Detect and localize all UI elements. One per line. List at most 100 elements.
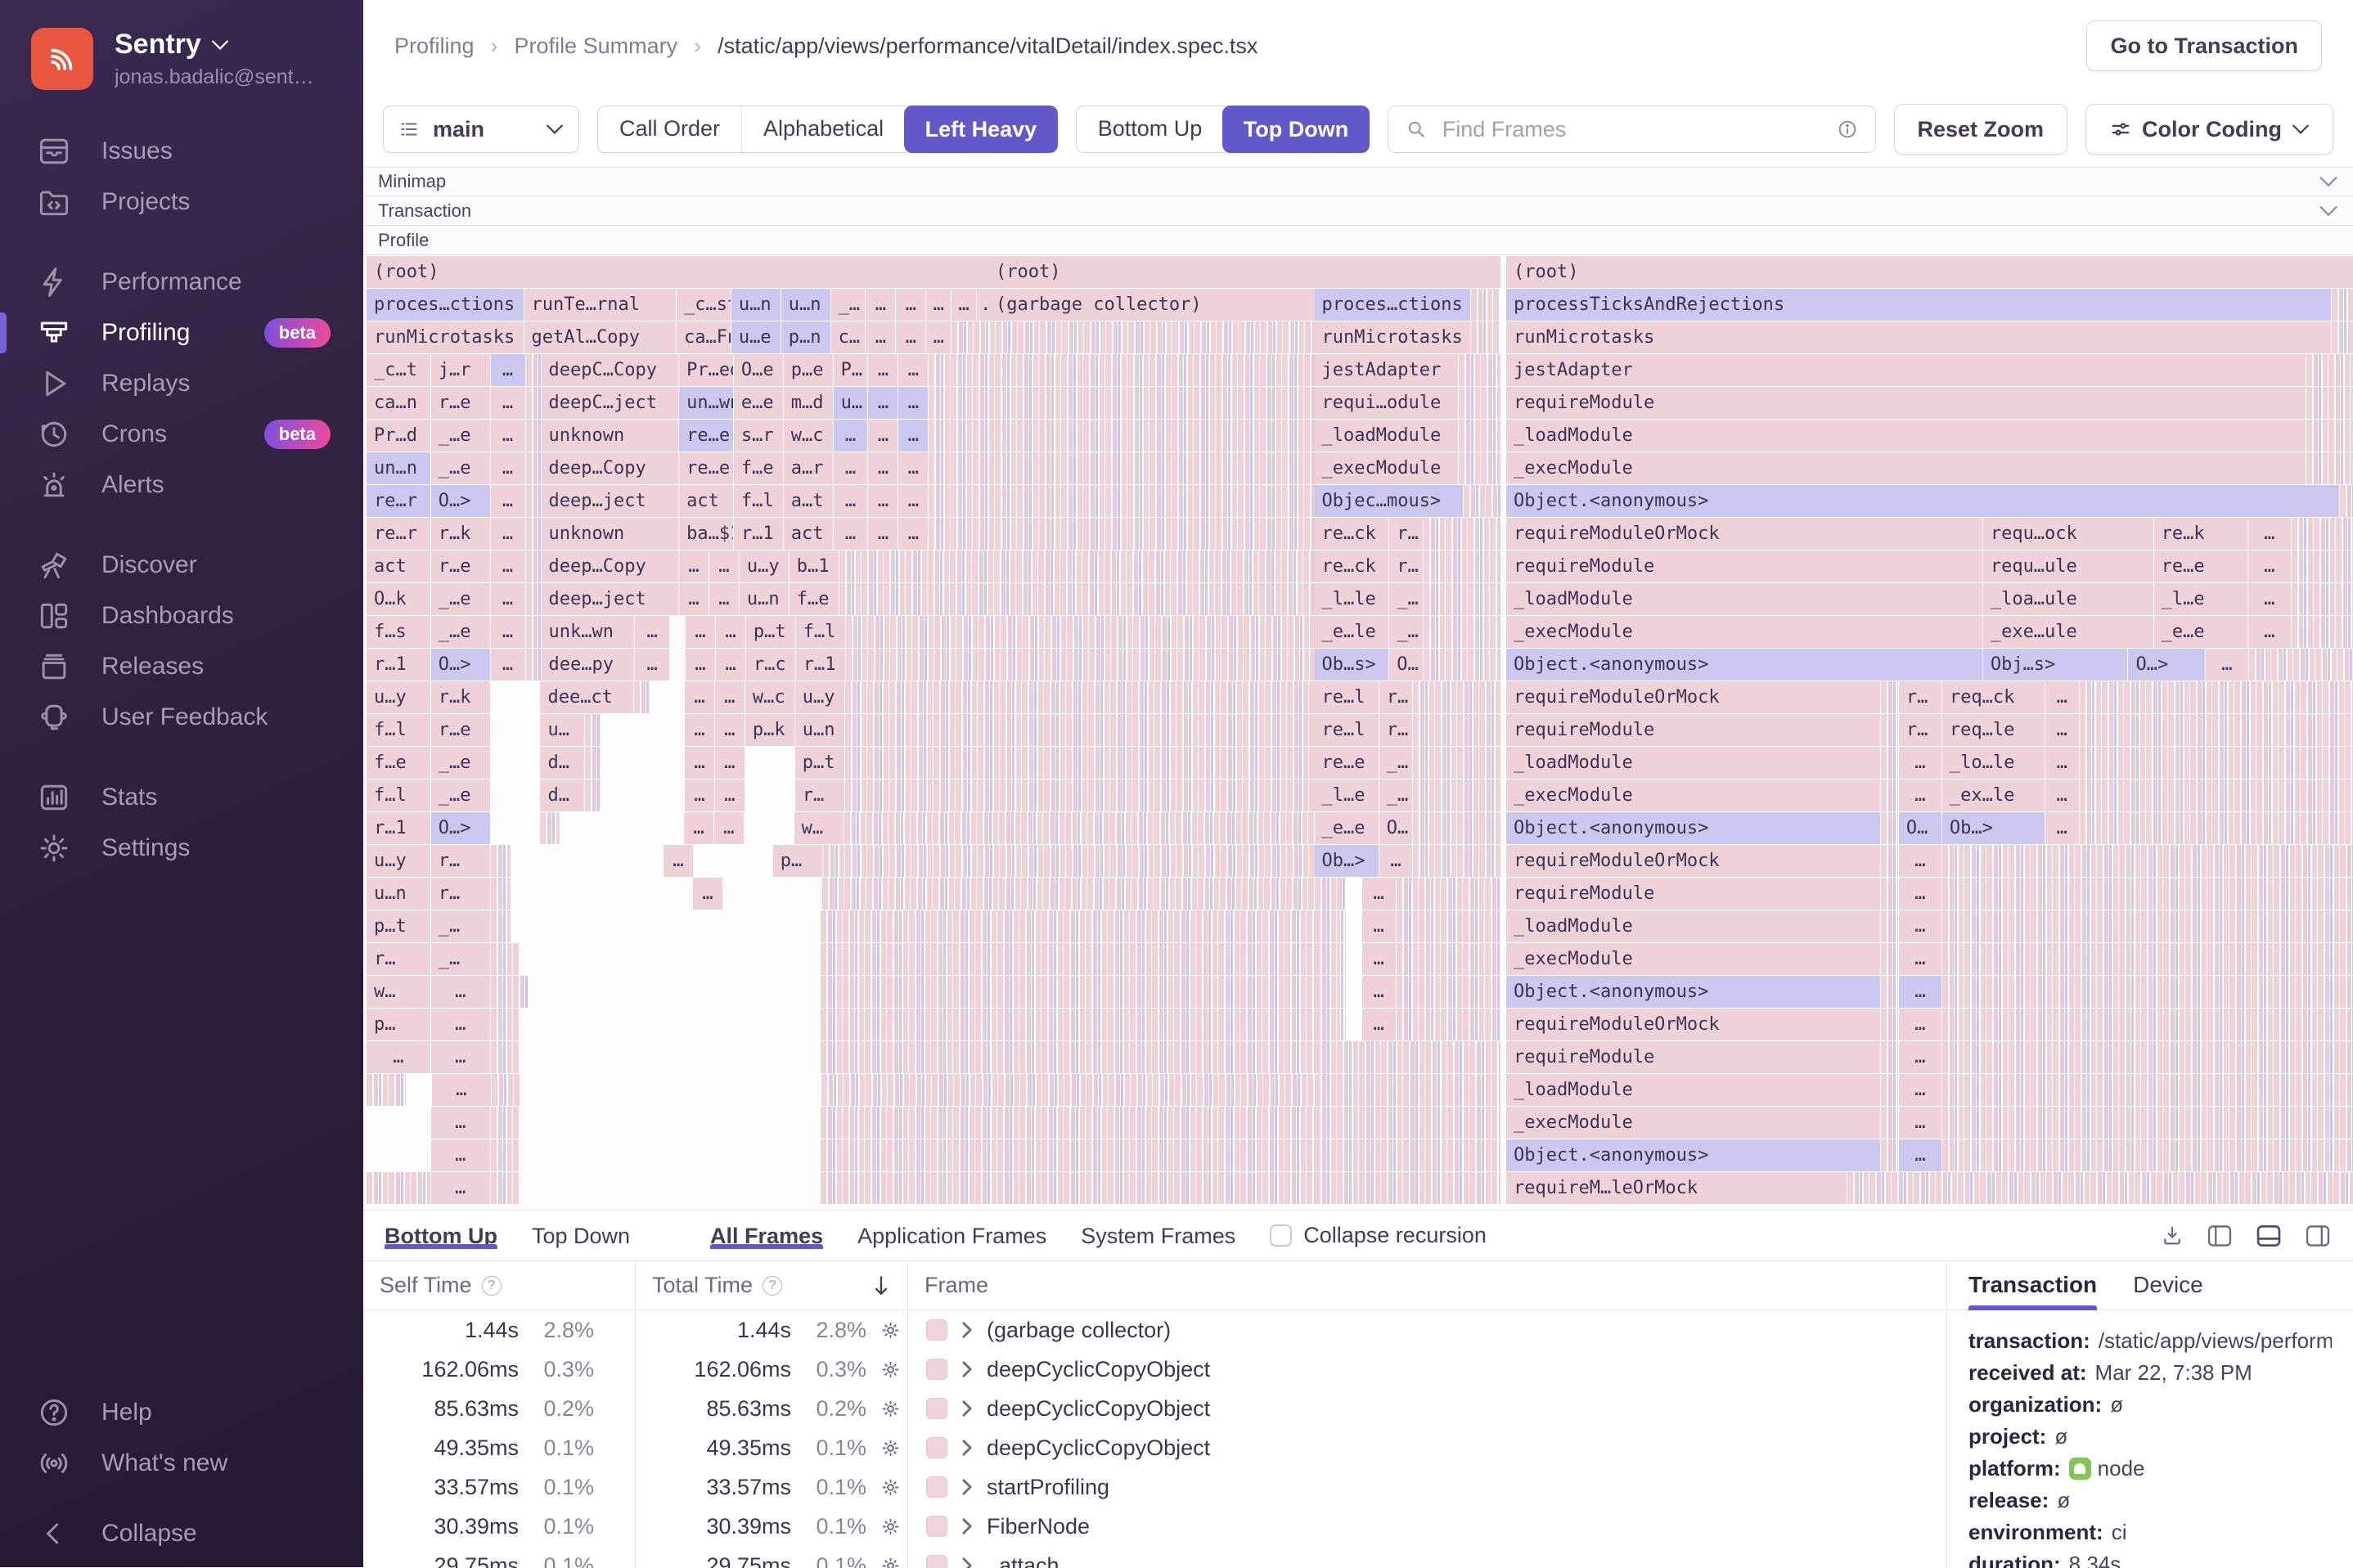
flame-frame[interactable]: deepC…ject xyxy=(542,387,679,419)
flame-frame[interactable]: _execModule xyxy=(1506,943,1880,975)
flame-frame[interactable]: O…> xyxy=(431,812,490,844)
flame-frame[interactable]: O…e xyxy=(734,354,783,386)
flame-frame[interactable]: requireModule xyxy=(1506,1041,1880,1073)
flame-frame[interactable]: requireModule xyxy=(1506,387,2306,419)
chevron-right-icon[interactable] xyxy=(961,1557,974,1568)
flame-frame[interactable]: _… xyxy=(431,943,490,975)
flame-frame[interactable]: … xyxy=(834,485,868,517)
flame-frame[interactable]: r…k xyxy=(431,681,490,713)
flame-frame[interactable]: … xyxy=(2045,780,2080,811)
flame-frame[interactable]: … xyxy=(2248,583,2291,615)
sort-option-left-heavy[interactable]: Left Heavy xyxy=(904,106,1059,153)
flame-frame[interactable]: … xyxy=(834,518,868,550)
flame-frame[interactable]: re…r xyxy=(367,518,430,550)
flame-frame[interactable]: … xyxy=(684,812,713,844)
flame-frame[interactable]: P… xyxy=(834,354,868,386)
table-row[interactable]: 33.57ms0.1% xyxy=(636,1467,907,1507)
flame-frame[interactable]: u…y xyxy=(740,550,789,582)
flame-frame[interactable]: … xyxy=(1899,1009,1941,1040)
flame-frame[interactable]: … xyxy=(686,616,715,648)
flame-frame[interactable]: … xyxy=(1899,747,1941,779)
flame-frame[interactable]: e…e xyxy=(734,387,783,419)
flame-frame[interactable]: _loadModule xyxy=(1506,420,2306,452)
flame-frame[interactable]: requi…odule xyxy=(1315,387,1458,419)
chevron-right-icon[interactable] xyxy=(961,1360,974,1378)
flame-frame[interactable]: _execModule xyxy=(1506,780,1880,811)
flame-frame[interactable]: _… xyxy=(1389,616,1423,648)
flame-frame[interactable]: u…y xyxy=(795,681,844,713)
flame-frame[interactable]: un…n xyxy=(367,452,430,484)
flame-frame[interactable]: p…e xyxy=(784,354,833,386)
flame-frame[interactable]: r…e xyxy=(431,387,490,419)
table-row[interactable]: 30.39ms0.1% xyxy=(636,1507,907,1546)
tab-application-frames[interactable]: Application Frames xyxy=(857,1224,1046,1248)
flame-frame[interactable]: u… xyxy=(540,714,584,746)
total-time-header[interactable]: Total Time xyxy=(636,1261,907,1310)
flame-frame[interactable]: r…1 xyxy=(367,812,430,844)
flame-frame[interactable]: re…r xyxy=(367,485,430,517)
flame-frame[interactable]: f…e xyxy=(367,747,430,779)
flame-frame[interactable]: _loadModule xyxy=(1506,583,1982,615)
flame-frame[interactable]: p…k xyxy=(745,714,794,746)
flame-frame[interactable]: Object.<anonymous> xyxy=(1506,1139,1880,1171)
flame-frame[interactable]: a…r xyxy=(784,452,833,484)
flame-frame[interactable]: re…l xyxy=(1315,681,1379,713)
flame-frame[interactable]: r… xyxy=(1899,714,1941,746)
frame-row[interactable]: _attach xyxy=(908,1546,1946,1568)
flame-frame[interactable]: r… xyxy=(1899,681,1941,713)
chevron-right-icon[interactable] xyxy=(961,1400,974,1417)
flame-frame[interactable]: … xyxy=(693,878,722,910)
flame-frame[interactable]: Object.<anonymous> xyxy=(1506,812,1880,844)
flame-frame[interactable]: u…n xyxy=(740,583,789,615)
tab-all-frames[interactable]: All Frames xyxy=(710,1224,823,1248)
table-row[interactable]: 85.63ms0.2% xyxy=(363,1389,635,1428)
frame-settings-gear-icon[interactable] xyxy=(880,1555,902,1568)
flame-frame[interactable]: … xyxy=(868,387,898,419)
flame-frame[interactable]: … xyxy=(685,747,714,779)
flame-frame[interactable]: … xyxy=(1899,1074,1941,1106)
reset-zoom-button[interactable]: Reset Zoom xyxy=(1894,104,2068,155)
details-tab-device[interactable]: Device xyxy=(2133,1272,2203,1310)
flame-frame[interactable]: … xyxy=(866,289,895,321)
flame-frame[interactable]: … xyxy=(491,452,525,484)
flame-frame[interactable]: … xyxy=(686,649,715,681)
collapse-recursion-checkbox[interactable] xyxy=(1270,1224,1292,1247)
flame-frame[interactable]: _…e xyxy=(431,780,490,811)
flame-frame[interactable]: _…e xyxy=(431,452,490,484)
frame-row[interactable]: deepCyclicCopyObject xyxy=(908,1350,1946,1389)
download-icon[interactable] xyxy=(2160,1224,2184,1248)
flame-frame[interactable]: … xyxy=(635,649,669,681)
flame-frame[interactable]: _… xyxy=(431,910,490,942)
sidebar-item-profiling[interactable]: Profilingbeta xyxy=(0,308,363,358)
direction-option-top-down[interactable]: Top Down xyxy=(1222,106,1370,153)
minimap-section-header[interactable]: Minimap xyxy=(363,168,2353,196)
flame-frame[interactable]: requ…ock xyxy=(1983,518,2153,550)
flame-frame[interactable]: act xyxy=(367,550,430,582)
flame-frame[interactable]: … xyxy=(491,649,525,681)
sidebar-collapse-button[interactable]: Collapse xyxy=(0,1508,363,1559)
flame-frame[interactable]: _l…e xyxy=(2154,583,2247,615)
table-row[interactable]: 1.44s2.8% xyxy=(636,1310,907,1350)
flame-frame[interactable]: … xyxy=(868,420,898,452)
flame-frame[interactable]: r… xyxy=(1379,681,1413,713)
flame-frame[interactable]: O…k xyxy=(367,583,430,615)
flame-frame[interactable]: … xyxy=(685,681,714,713)
flame-frame[interactable]: re…k xyxy=(2154,518,2247,550)
flame-frame[interactable]: … xyxy=(896,289,925,321)
flame-frame[interactable]: Object.<anonymous> xyxy=(1506,976,1880,1008)
flame-frame[interactable]: r…1 xyxy=(734,518,783,550)
frame-settings-gear-icon[interactable] xyxy=(880,1359,902,1381)
flame-frame[interactable]: requireModule xyxy=(1506,878,1880,910)
dock-bottom-icon[interactable] xyxy=(2255,1224,2283,1248)
flame-frame[interactable]: ca…Fn xyxy=(677,321,731,353)
flame-frame[interactable]: c… xyxy=(831,321,866,353)
flame-frame[interactable]: j…r xyxy=(431,354,490,386)
flame-frame[interactable]: … xyxy=(431,1041,490,1073)
flame-frame[interactable]: r…e xyxy=(431,714,490,746)
flame-frame[interactable]: Pr…ed xyxy=(679,354,733,386)
flame-frame[interactable]: r…1 xyxy=(367,649,430,681)
flame-frame[interactable]: _e…le xyxy=(1315,616,1389,648)
flame-frame[interactable]: … xyxy=(685,714,714,746)
flame-frame[interactable]: _execModule xyxy=(1506,1107,1880,1139)
frame-settings-gear-icon[interactable] xyxy=(880,1398,902,1420)
